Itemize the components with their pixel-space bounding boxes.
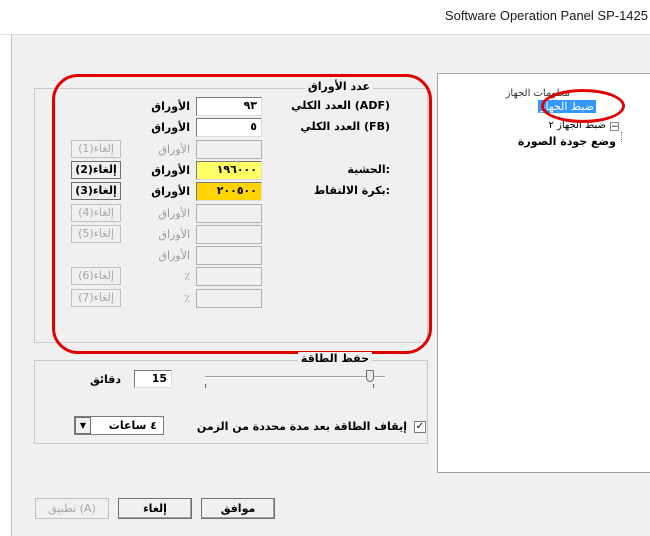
annotation-circle-tree: [541, 89, 625, 123]
hours-select-value: ٤ ساعات: [108, 419, 157, 432]
chevron-down-icon[interactable]: ▼: [75, 417, 91, 434]
slider-tick: [373, 384, 374, 388]
hours-select[interactable]: ٤ ساعات ▼: [74, 416, 164, 435]
minutes-label: دقائق: [90, 373, 122, 386]
annotation-circle-counters: [52, 74, 432, 354]
settings-tree[interactable]: معلومات الجهاز ضبط الجهاز − ضبط الجهاز ٢…: [437, 73, 650, 473]
tree-line: [621, 132, 622, 142]
tree-item-image-quality[interactable]: وضع جودة الصورة: [518, 135, 616, 148]
slider-thumb[interactable]: [366, 370, 374, 382]
title-bar: Software Operation Panel SP-1425: [0, 0, 650, 35]
window-title: Software Operation Panel SP-1425: [444, 8, 648, 23]
ok-button[interactable]: موافق: [201, 498, 275, 519]
auto-off-checkbox[interactable]: ✓: [414, 421, 426, 433]
tree-expander[interactable]: −: [610, 122, 619, 132]
cancel-button[interactable]: إلغاء: [118, 498, 192, 519]
window-left-edge: [0, 35, 12, 536]
power-save-slider[interactable]: [205, 376, 385, 378]
slider-tick: [205, 384, 206, 388]
auto-off-label[interactable]: إيقاف الطاقة بعد مدة محددة من الزمن: [197, 420, 407, 433]
power-save-title: حفظ الطاقة: [297, 352, 372, 365]
apply-button[interactable]: تطبيق (A): [35, 498, 109, 519]
minutes-field: 15: [134, 370, 172, 388]
